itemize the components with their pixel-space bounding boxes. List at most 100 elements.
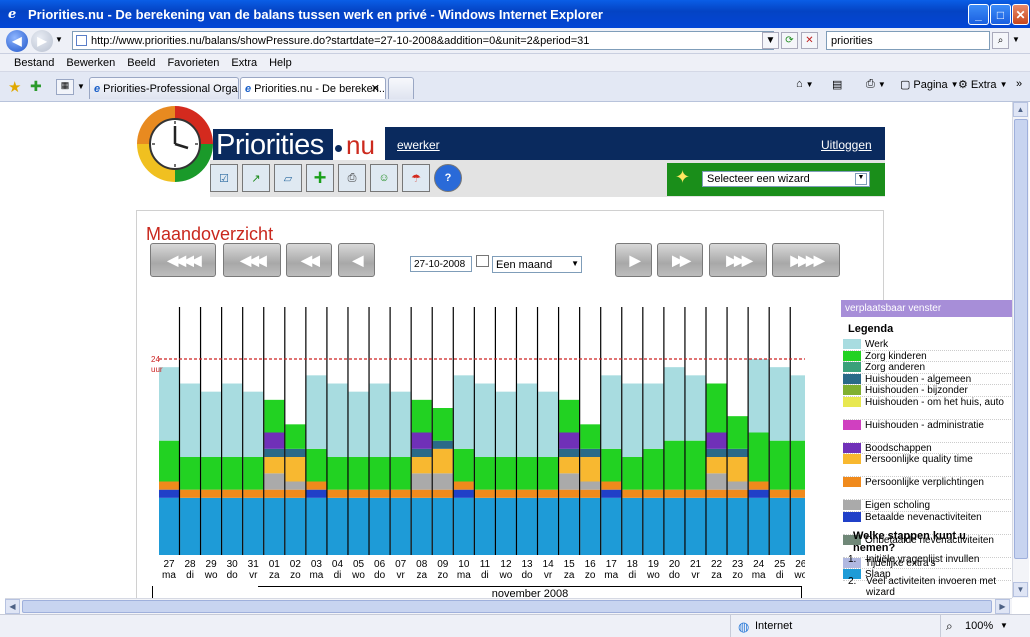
minimize-button[interactable]: _ — [968, 4, 989, 25]
stop-icon[interactable]: ✕ — [801, 32, 818, 49]
forward-button[interactable]: ▶ — [31, 30, 53, 52]
x-tick-weekday: ma — [162, 570, 176, 581]
back-month-button[interactable]: ◀◀◀ — [223, 243, 281, 277]
zoom-dropdown-icon[interactable]: ▼ — [1000, 621, 1008, 630]
search-icon[interactable]: ⌕ — [992, 32, 1009, 49]
address-input[interactable]: http://www.priorities.nu/balans/showPres… — [72, 31, 774, 50]
back-year-button[interactable]: ◀◀◀◀ — [150, 243, 216, 277]
back-button[interactable]: ◀ — [6, 30, 28, 52]
x-tick-day: 05 — [353, 559, 365, 570]
add-tool-icon[interactable]: + — [306, 164, 334, 192]
add-favorite-icon[interactable]: ✚ — [30, 78, 42, 95]
x-tick-day: 20 — [669, 559, 681, 570]
bar-segment-slaap — [264, 497, 285, 555]
tab-list-icon[interactable]: ▼ — [77, 82, 85, 91]
bar-segment-betaalde-nevenactiviteiten — [306, 489, 327, 498]
page-menu[interactable]: ▢ Pagina ▼ — [900, 78, 959, 92]
maximize-button[interactable]: □ — [990, 4, 1011, 25]
bar-segment-slaap — [748, 497, 769, 555]
scroll-left-icon[interactable]: ◀ — [5, 599, 20, 614]
address-dropdown-icon[interactable]: ▼ — [762, 32, 779, 49]
umbrella-tool-icon[interactable]: ☂ — [402, 164, 430, 192]
legend-label: Huishouden - bijzonder — [865, 385, 968, 396]
x-tick-weekday: vr — [691, 570, 700, 581]
vertical-scrollbar[interactable]: ▲ ▼ — [1012, 102, 1029, 598]
tools-menu[interactable]: ⚙ Extra ▼ — [958, 78, 1007, 92]
bar-segment-zorg-kinderen — [432, 408, 453, 441]
x-tick-weekday: zo — [732, 570, 743, 581]
bar-segment-slaap — [559, 497, 580, 555]
zoom-level[interactable]: 100% — [965, 620, 993, 632]
close-tab-icon[interactable]: ✕ — [371, 82, 380, 95]
zoom-icon[interactable]: ⌕ — [946, 619, 953, 634]
horizontal-scroll-thumb[interactable] — [22, 600, 992, 613]
logout-link[interactable]: Uitloggen — [821, 138, 872, 152]
forward-month-button[interactable]: ▶▶▶ — [709, 243, 767, 277]
menu-bewerken[interactable]: Bewerken — [66, 57, 115, 69]
print-tool-icon[interactable]: ⎙ — [338, 164, 366, 192]
history-dropdown-icon[interactable]: ▼ — [55, 35, 63, 44]
x-tick-day: 19 — [648, 559, 660, 570]
period-select[interactable]: Een maand ▼ — [492, 256, 582, 273]
x-tick-day: 16 — [585, 559, 597, 570]
x-tick-day: 17 — [606, 559, 618, 570]
home-icon[interactable]: ⌂ ▼ — [796, 78, 814, 90]
forward-week-button[interactable]: ▶▶ — [657, 243, 703, 277]
step-item[interactable]: 2. Veel activiteiten invoeren met wizard — [848, 576, 1012, 598]
chart-tool-icon[interactable]: ↗ — [242, 164, 270, 192]
horizontal-scrollbar[interactable]: ◀ ▶ — [5, 598, 1012, 614]
x-tick-weekday: zo — [437, 570, 448, 581]
feeds-icon[interactable]: ▤ — [832, 78, 842, 91]
close-button[interactable]: ✕ — [1012, 4, 1029, 25]
back-week-button[interactable]: ◀◀ — [286, 243, 332, 277]
bar-segment-werk — [664, 367, 685, 441]
bar-segment-slaap — [243, 497, 264, 555]
back-day-button[interactable]: ◀ — [338, 243, 375, 277]
x-tick-day: 31 — [248, 559, 260, 570]
help-tool-icon[interactable]: ? — [434, 164, 462, 192]
scroll-right-icon[interactable]: ▶ — [995, 599, 1010, 614]
bar-segment-slaap — [601, 497, 622, 555]
window-titlebar[interactable]: e Priorities.nu - De berekening van de b… — [0, 0, 1030, 28]
menu-help[interactable]: Help — [269, 57, 292, 69]
new-tab-button[interactable] — [388, 77, 414, 99]
tab-bar: ★ ✚ ▦ ▼ e Priorities-Professional Organi… — [0, 72, 1030, 102]
quick-tabs-icon[interactable]: ▦ — [56, 79, 74, 95]
user-link[interactable]: ewerker — [397, 138, 440, 152]
scroll-up-icon[interactable]: ▲ — [1013, 102, 1028, 117]
add-person-tool-icon[interactable]: ☺ — [370, 164, 398, 192]
search-input[interactable]: priorities — [826, 31, 990, 50]
search-options-icon[interactable]: ▼ — [1012, 35, 1020, 44]
favorites-star-icon[interactable]: ★ — [8, 78, 21, 96]
folder-tool-icon[interactable]: ▱ — [274, 164, 302, 192]
wizard-select[interactable]: Selecteer een wizard ▼ — [702, 171, 870, 187]
bar-segment-zorg-kinderen — [243, 457, 264, 490]
print-icon[interactable]: ⎙ ▼ — [866, 78, 886, 91]
refresh-icon[interactable]: ⟳ — [781, 32, 798, 49]
menu-bestand[interactable]: Bestand — [14, 57, 54, 69]
more-icon[interactable]: » — [1016, 78, 1022, 90]
forward-day-button[interactable]: ▶ — [615, 243, 652, 277]
bar-segment-slaap — [790, 497, 805, 555]
tab-priorities-berekening[interactable]: e Priorities.nu - De bereken... ✕ — [240, 77, 386, 99]
scroll-down-icon[interactable]: ▼ — [1013, 582, 1028, 597]
forward-year-button[interactable]: ▶▶▶▶ — [772, 243, 840, 277]
menu-beeld[interactable]: Beeld — [127, 57, 155, 69]
bar-segment-persoonlijke-verplichtingen — [180, 489, 201, 498]
brand-name: Priorities — [213, 129, 333, 161]
checklist-tool-icon[interactable]: ☑ — [210, 164, 238, 192]
bar-segment-werk — [453, 375, 474, 449]
bar-segment-werk — [180, 383, 201, 457]
bar-segment-zorg-kinderen — [222, 457, 243, 490]
menu-extra[interactable]: Extra — [231, 57, 257, 69]
tab-priorities-professional[interactable]: e Priorities-Professional Organi... — [89, 77, 239, 99]
start-date-input[interactable]: 27-10-2008 — [410, 256, 472, 272]
vertical-scroll-thumb[interactable] — [1014, 119, 1028, 559]
step-item[interactable]: 1. Initiële vragenlijst invullen — [848, 554, 1012, 565]
bar-segment-slaap — [369, 497, 390, 555]
top-nav — [385, 127, 885, 160]
x-tick-weekday: za — [416, 570, 427, 581]
calendar-icon[interactable] — [476, 255, 489, 267]
legend-header[interactable]: verplaatsbaar venster — [841, 300, 1012, 317]
menu-favorieten[interactable]: Favorieten — [167, 57, 219, 69]
